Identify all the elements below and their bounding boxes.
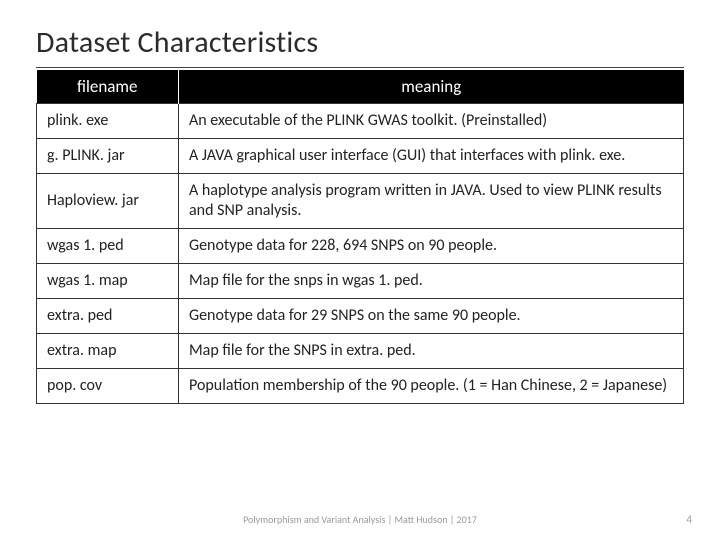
cell-meaning: Population membership of the 90 people. … [179,369,684,404]
header-meaning: meaning [179,70,684,104]
header-filename: filename [37,70,179,104]
table-header-row: filename meaning [37,70,684,104]
cell-filename: extra. ped [37,299,179,334]
table-row: wgas 1. map Map file for the snps in wga… [37,264,684,299]
slide-title: Dataset Characteristics [36,24,684,68]
cell-filename: wgas 1. map [37,264,179,299]
cell-meaning: Map file for the snps in wgas 1. ped. [179,264,684,299]
cell-meaning: Genotype data for 29 SNPS on the same 90… [179,299,684,334]
cell-meaning: Map file for the SNPS in extra. ped. [179,334,684,369]
footer-text: Polymorphism and Variant Analysis | Matt… [0,513,720,526]
dataset-table: filename meaning plink. exe An executabl… [36,70,684,404]
table-row: Haploview. jar A haplotype analysis prog… [37,174,684,229]
table-row: extra. ped Genotype data for 29 SNPS on … [37,299,684,334]
cell-filename: extra. map [37,334,179,369]
table-row: extra. map Map file for the SNPS in extr… [37,334,684,369]
cell-filename: wgas 1. ped [37,229,179,264]
table-row: g. PLINK. jar A JAVA graphical user inte… [37,139,684,174]
slide: Dataset Characteristics filename meaning… [0,0,720,540]
cell-filename: pop. cov [37,369,179,404]
cell-filename: plink. exe [37,104,179,139]
table-row: pop. cov Population membership of the 90… [37,369,684,404]
cell-meaning: An executable of the PLINK GWAS toolkit.… [179,104,684,139]
cell-meaning: A JAVA graphical user interface (GUI) th… [179,139,684,174]
page-number: 4 [686,513,692,526]
cell-meaning: A haplotype analysis program written in … [179,174,684,229]
table-row: wgas 1. ped Genotype data for 228, 694 S… [37,229,684,264]
cell-filename: Haploview. jar [37,174,179,229]
cell-filename: g. PLINK. jar [37,139,179,174]
cell-meaning: Genotype data for 228, 694 SNPS on 90 pe… [179,229,684,264]
table-row: plink. exe An executable of the PLINK GW… [37,104,684,139]
